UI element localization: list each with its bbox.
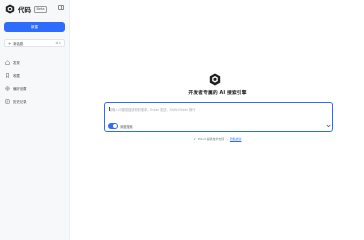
deep-search-label: 深度搜索 [120,124,133,129]
sidebar-toggle-icon[interactable] [58,5,64,10]
bookmark-icon [6,73,9,78]
home-icon [5,60,10,65]
new-topic-button[interactable]: + 新话题 ⌘ K [4,39,65,47]
footer-text: Phind 提供技术支持 [197,137,225,141]
brand[interactable]: 代码 Beta [5,3,48,15]
beta-badge: Beta [34,5,48,13]
sidebar-item-discover[interactable]: 发现 [5,59,65,66]
search-input[interactable]: 请输入问题或描述你的需求，Enter 发送，Shift+Enter 换行 深度搜… [104,102,333,132]
chevron-down-icon[interactable] [326,124,331,128]
page-title: 开发者专属的 AI 搜索引擎 [188,91,247,96]
sidebar-item-favorites[interactable]: 收藏 [5,72,65,79]
brand-name: 代码 [18,6,31,14]
sidebar-item-label: 历史记录 [13,100,27,104]
sidebar-item-history[interactable]: 历史记录 [5,98,65,105]
brand-logo-icon [5,4,15,14]
privacy-link[interactable]: 隐私协议 [230,137,242,141]
new-chat-button[interactable]: 新建 [4,22,65,32]
settings-icon [5,86,10,91]
shortcut-hint: ⌘ K [55,41,61,45]
deep-search-toggle[interactable] [108,123,118,129]
sidebar-item-label: 收藏 [13,74,20,78]
search-placeholder: 请输入问题或描述你的需求，Enter 发送，Shift+Enter 换行 [109,108,196,112]
hero-logo-icon [209,73,221,86]
check-icon: ✔ [193,137,196,141]
sidebar-item-preferences[interactable]: 偏好设置 [5,85,65,92]
sidebar-item-label: 发现 [13,61,20,65]
footer-note: ✔ Phind 提供技术支持 | 隐私协议 [71,137,364,141]
main-content: 开发者专属的 AI 搜索引擎 请输入问题或描述你的需求，Enter 发送，Shi… [71,0,364,240]
sidebar: 代码 Beta 新建 + 新话题 ⌘ K 发现 收藏 偏好设置 历史记录 [0,0,70,240]
plus-icon: + [8,40,12,46]
new-topic-label: 新话题 [13,41,23,46]
separator: | [226,137,228,141]
sidebar-item-label: 偏好设置 [13,87,27,91]
history-icon [5,99,10,104]
